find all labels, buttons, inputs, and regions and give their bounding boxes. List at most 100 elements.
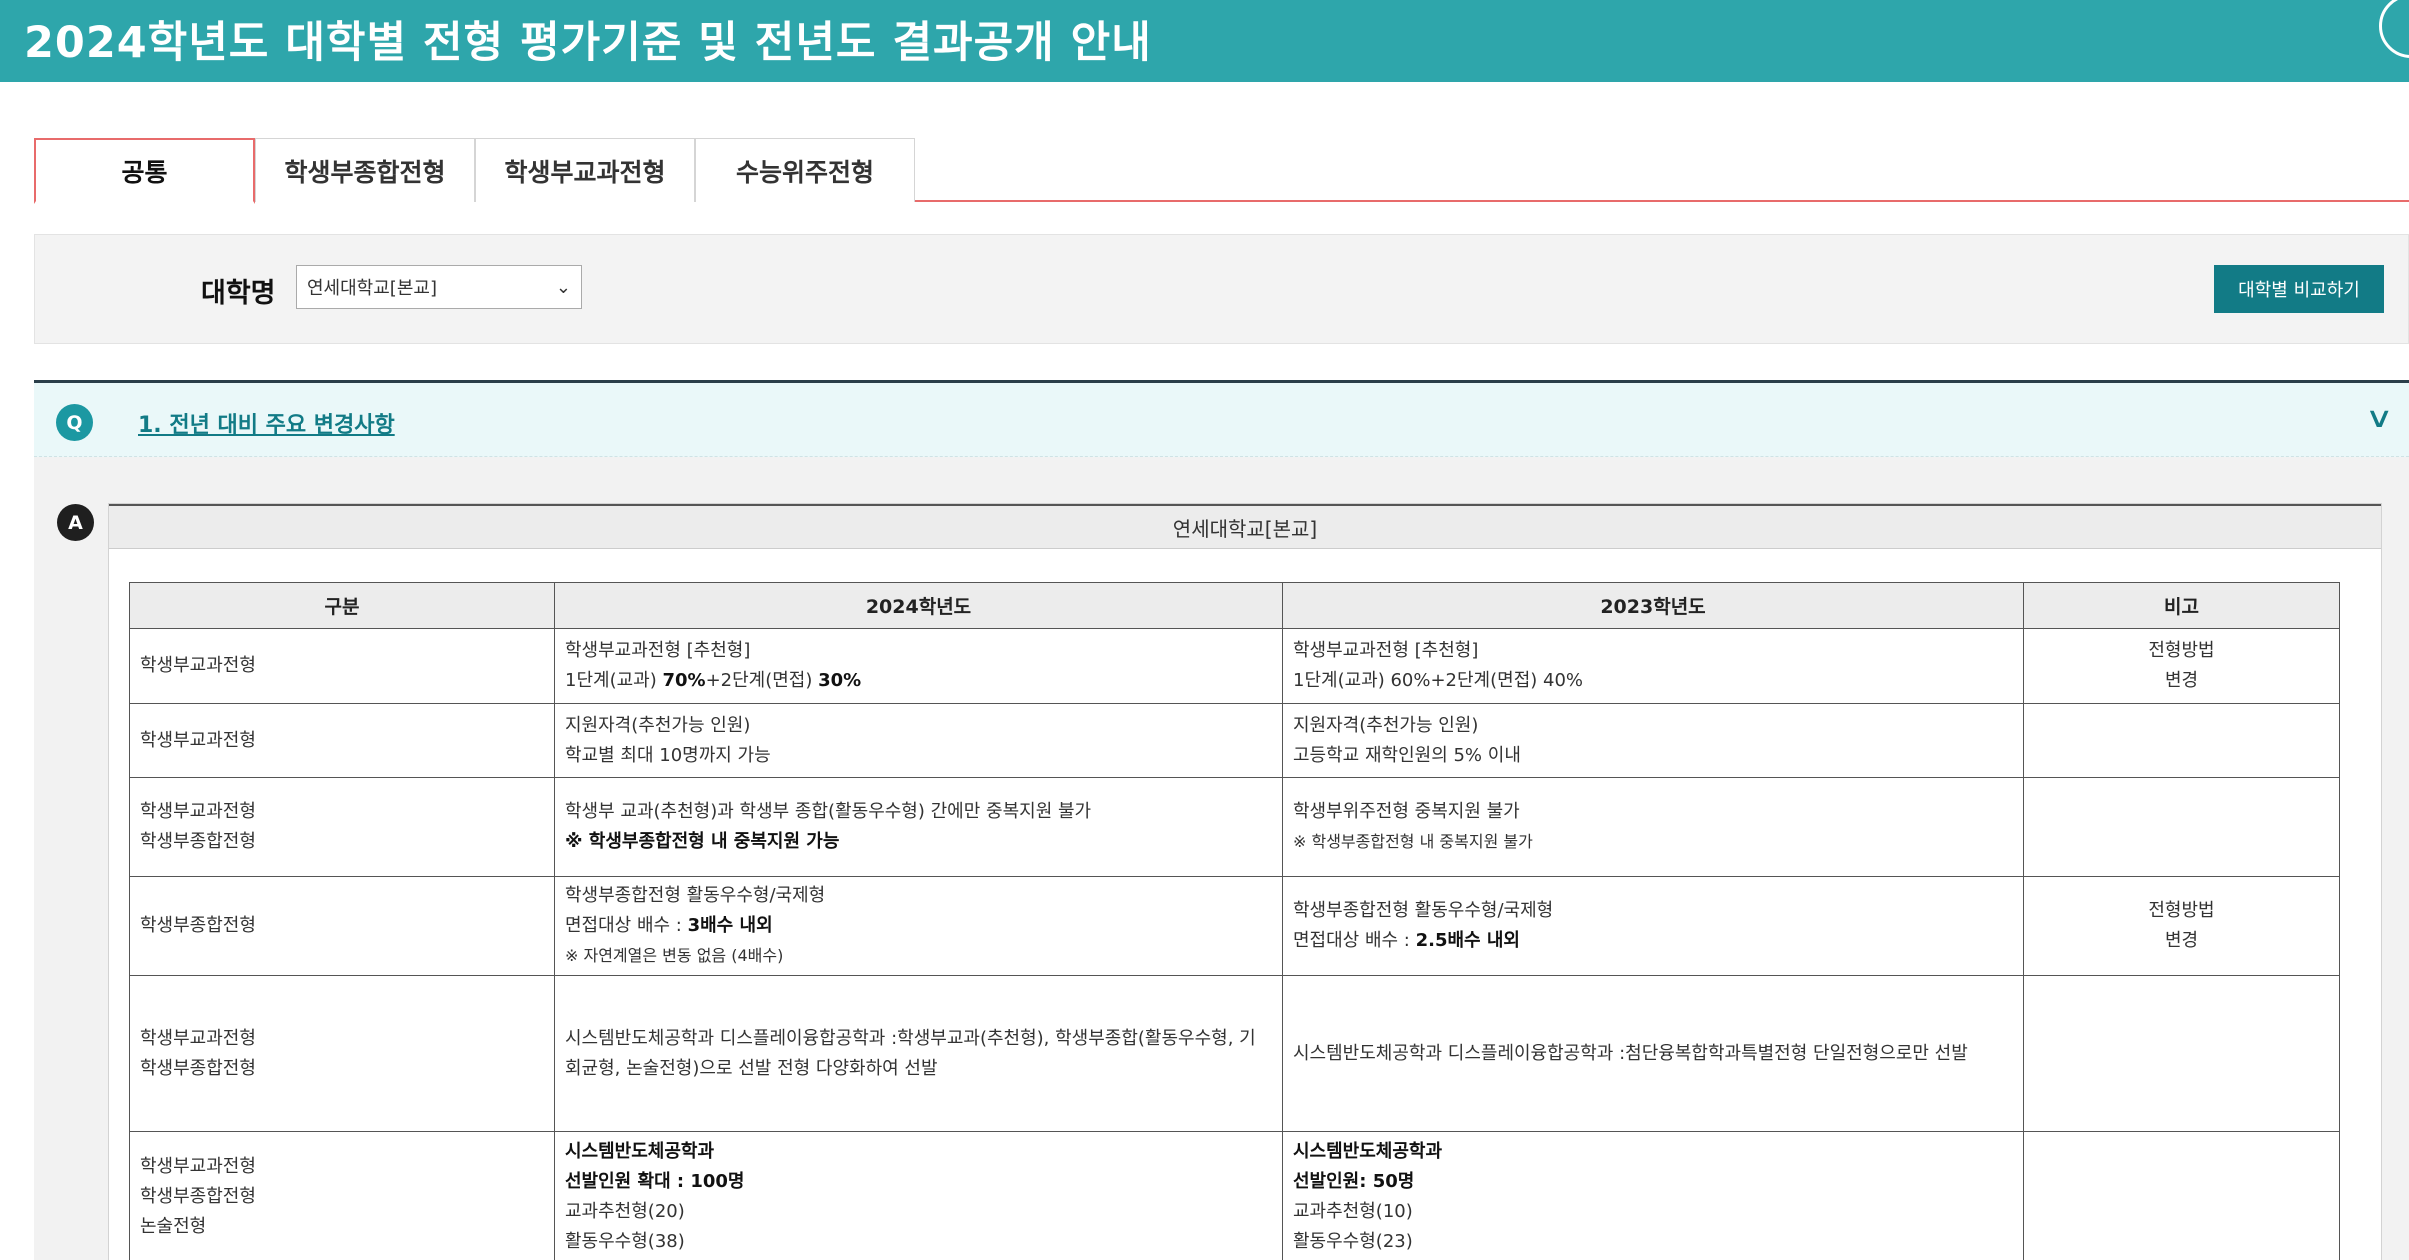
cell-line: 학생부종합전형 xyxy=(140,911,544,941)
university-select[interactable]: 연세대학교[본교] ⌄ xyxy=(296,265,582,309)
table-row: 학생부교과전형학생부종합전형 시스템반도체공학과 디스플레이융합공학과 :학생부교… xyxy=(129,975,2340,1132)
year-2023-cell: 시스템반도체공학과 디스플레이융합공학과 :첨단융복합학과특별전형 단일전형으로… xyxy=(1282,975,2024,1132)
cell-text: 1단계(교과) 60%+2단계(면접) 40% xyxy=(1293,670,1584,691)
cell-text: 면접대상 배수 : xyxy=(1293,930,1416,951)
year-2023-cell: 지원자격(추천가능 인원) 고등학교 재학인원의 5% 이내 xyxy=(1282,703,2024,778)
cell-text: 학생부교과전형 xyxy=(140,1027,256,1049)
cell-text: 선발인원 확대 : 100명 xyxy=(565,1170,745,1192)
year-2024-cell: 지원자격(추천가능 인원) 학교별 최대 10명까지 가능 xyxy=(554,703,1283,778)
cell-line: 면접대상 배수 : 3배수 내외 xyxy=(565,911,1272,941)
cell-line: ※ 자연계열은 변동 없음 (4배수) xyxy=(565,941,1272,971)
cell-text: 학생부종합전형 활동우수형/국제형 xyxy=(565,885,826,906)
cell-text: 선발인원: 50명 xyxy=(1293,1170,1415,1192)
cell-line: 선발인원: 50명 xyxy=(1293,1167,2013,1197)
question-accordion-header[interactable]: Q 1. 전년 대비 주요 변경사항 ∨ xyxy=(34,380,2409,457)
year-2023-cell: 학생부종합전형 활동우수형/국제형 면접대상 배수 : 2.5배수 내외 xyxy=(1282,876,2024,976)
chevron-down-icon[interactable]: ∨ xyxy=(2365,401,2394,434)
cell-line: 학생부교과전형 xyxy=(140,651,544,681)
cell-line: 활동우수형(38) xyxy=(565,1227,1272,1257)
cell-line: 면접대상 배수 : 2.5배수 내외 xyxy=(1293,926,2013,956)
cell-line: 지원자격(추천가능 인원) xyxy=(565,711,1272,741)
year-2024-cell: 학생부교과전형 [추천형] 1단계(교과) 70%+2단계(면접) 30% xyxy=(554,628,1283,704)
university-select-value: 연세대학교[본교] xyxy=(307,278,437,299)
tab-student-record-subject[interactable]: 학생부교과전형 xyxy=(475,138,695,202)
year-2024-cell: 학생부종합전형 활동우수형/국제형면접대상 배수 : 3배수 내외 ※ 자연계열은… xyxy=(554,876,1283,976)
category-cell: 학생부교과전형학생부종합전형 xyxy=(129,777,555,877)
cell-text: 시스템반도체공학과 xyxy=(1293,1140,1443,1162)
compare-universities-button[interactable]: 대학별 비교하기 xyxy=(2214,265,2384,313)
cell-line: 교과추천형(20) xyxy=(565,1197,1272,1227)
note-cell: 전형방법 변경 xyxy=(2023,876,2340,976)
cell-line: 교과추천형(10) xyxy=(1293,1197,2013,1227)
category-cell: 학생부교과전형 xyxy=(129,703,555,778)
cell-line: 시스템반도체공학과 xyxy=(565,1137,1272,1167)
cell-line: 활동우수형(23) xyxy=(1293,1227,2013,1257)
cell-line: 학생부종합전형 활동우수형/국제형 xyxy=(1293,896,2013,926)
cell-text: 학생부종합전형 xyxy=(140,915,256,936)
cell-line: 학생부종합전형 xyxy=(140,827,544,857)
year-2024-cell: 시스템반도체공학과 디스플레이융합공학과 :학생부교과(추천형), 학생부종합(… xyxy=(554,975,1283,1132)
cell-line: 학교별 최대 10명까지 가능 xyxy=(565,741,1272,771)
column-header: 2023학년도 xyxy=(1282,582,2024,629)
cell-text: 학생부종합전형 xyxy=(140,831,256,852)
cell-text: 30% xyxy=(818,670,862,691)
cell-text: 학생부종합전형 xyxy=(140,1057,256,1079)
category-cell: 학생부종합전형 xyxy=(129,876,555,976)
category-cell: 학생부교과전형 xyxy=(129,628,555,704)
question-title-link[interactable]: 1. 전년 대비 주요 변경사항 xyxy=(138,407,395,439)
cell-text: 2.5배수 내외 xyxy=(1415,930,1520,951)
cell-text: 고등학교 재학인원의 5% 이내 xyxy=(1293,744,1521,766)
cell-text: 학생부교과전형 [추천형] xyxy=(565,640,751,661)
note-cell xyxy=(2023,1131,2340,1260)
cell-text: ※ 학생부종합전형 내 중복지원 가능 xyxy=(565,831,840,852)
search-panel: 대학명 연세대학교[본교] ⌄ 대학별 비교하기 xyxy=(34,234,2409,344)
cell-line: 고등학교 재학인원의 5% 이내 xyxy=(1293,741,2013,771)
cell-text: 활동우수형(23) xyxy=(1293,1230,1413,1252)
answer-content: 연세대학교[본교] 구분 2024학년도 2023학년도 비고 학생부교과전형 학… xyxy=(108,503,2382,1260)
cell-line: 선발인원 확대 : 100명 xyxy=(565,1167,1272,1197)
note-cell xyxy=(2023,777,2340,877)
cell-text: 3배수 내외 xyxy=(687,915,773,936)
cell-text: 시스템반도체공학과 xyxy=(565,1140,715,1162)
cell-line: 변경 xyxy=(2034,926,2329,956)
cell-line: 학생부교과전형 xyxy=(140,726,544,756)
cell-text: 학생부교과전형 xyxy=(140,729,256,751)
note-cell xyxy=(2023,703,2340,778)
tab-common[interactable]: 공통 xyxy=(34,138,255,204)
year-2024-cell: 시스템반도체공학과선발인원 확대 : 100명교과추천형(20) 활동우수형(38… xyxy=(554,1131,1283,1260)
cell-text: 교과추천형(10) xyxy=(1293,1200,1413,1222)
cell-text: 학생부종합전형 xyxy=(140,1185,256,1207)
column-header: 2024학년도 xyxy=(554,582,1283,629)
cell-line: 학생부종합전형 xyxy=(140,1182,544,1212)
table-header-row: 구분 2024학년도 2023학년도 비고 xyxy=(129,582,2340,629)
header-circle-icon xyxy=(2379,0,2409,58)
cell-text: 논술전형 xyxy=(140,1215,207,1237)
cell-line: 시스템반도체공학과 디스플레이융합공학과 :학생부교과(추천형), 학생부종합(… xyxy=(565,1024,1272,1084)
university-label: 대학명 xyxy=(201,278,276,309)
year-2024-cell: 학생부 교과(추천형)과 학생부 종합(활동우수형) 간에만 중복지원 불가 ※ … xyxy=(554,777,1283,877)
cell-text: 시스템반도체공학과 디스플레이융합공학과 :학생부교과(추천형), 학생부종합(… xyxy=(565,1027,1256,1079)
cell-line: 학생부종합전형 xyxy=(140,1054,544,1084)
question-badge: Q xyxy=(56,404,93,441)
table-row: 학생부교과전형 학생부교과전형 [추천형] 1단계(교과) 70%+2단계(면접) … xyxy=(129,628,2340,704)
cell-text: 변경 xyxy=(2164,670,2199,691)
cell-line: 학생부종합전형 활동우수형/국제형 xyxy=(565,881,1272,911)
page-title: 2024학년도 대학별 전형 평가기준 및 전년도 결과공개 안내 xyxy=(24,18,1152,68)
cell-text: 학생부교과전형 xyxy=(140,655,256,676)
cell-text: 70% xyxy=(662,670,706,691)
note-cell: 전형방법 변경 xyxy=(2023,628,2340,704)
cell-text: ※ 자연계열은 변동 없음 (4배수) xyxy=(565,946,784,965)
tab-student-record-comprehensive[interactable]: 학생부종합전형 xyxy=(255,138,475,202)
table-row: 학생부종합전형 학생부종합전형 활동우수형/국제형면접대상 배수 : 3배수 내외… xyxy=(129,876,2340,976)
year-2023-cell: 시스템반도체공학과선발인원: 50명교과추천형(10) 활동우수형(23) xyxy=(1282,1131,2024,1260)
answer-badge: A xyxy=(57,504,94,541)
table-row: 학생부교과전형 학생부종합전형 논술전형 시스템반도체공학과 선발인원 확대 : 100… xyxy=(129,1131,2340,1260)
cell-line: 변경 xyxy=(2034,666,2329,696)
column-header: 비고 xyxy=(2023,582,2340,629)
note-cell xyxy=(2023,975,2340,1132)
cell-line: 학생부교과전형 xyxy=(140,797,544,827)
changes-table: 구분 2024학년도 2023학년도 비고 학생부교과전형 학생부교과전형 [추천… xyxy=(129,582,2340,1260)
cell-line: 1단계(교과) 60%+2단계(면접) 40% xyxy=(1293,666,2013,696)
tab-csat-based[interactable]: 수능위주전형 xyxy=(695,138,915,202)
cell-line: 1단계(교과) 70%+2단계(면접) 30% xyxy=(565,666,1272,696)
